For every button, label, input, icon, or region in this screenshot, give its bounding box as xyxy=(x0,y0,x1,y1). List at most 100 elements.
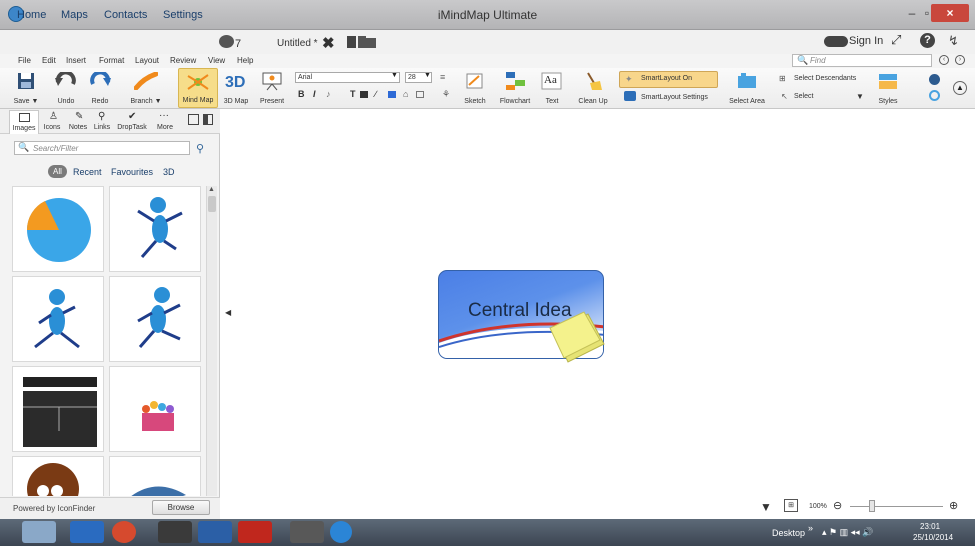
menu-file[interactable]: File xyxy=(18,56,31,65)
chevron-down-icon[interactable]: ▼ xyxy=(424,72,431,79)
menu-format[interactable]: Format xyxy=(99,56,124,65)
text-color-swatch[interactable] xyxy=(360,91,368,98)
chevron-down-icon[interactable]: ▼ xyxy=(856,92,864,101)
zoom-slider-track[interactable] xyxy=(850,506,943,507)
apps-icon[interactable] xyxy=(158,521,192,543)
present-button[interactable]: Present xyxy=(256,68,288,108)
menu-review[interactable]: Review xyxy=(170,56,196,65)
tab-icons[interactable]: ♙ Icons xyxy=(41,110,63,134)
image-thumb-figure-run[interactable] xyxy=(12,276,104,362)
browse-button[interactable]: Browse xyxy=(152,500,210,515)
tab-links[interactable]: ⚲ Links xyxy=(92,110,112,134)
zoom-in-icon[interactable]: ⊕ xyxy=(949,499,958,512)
tab-images[interactable]: Images xyxy=(9,110,39,134)
chevron-down-icon[interactable]: ▼ xyxy=(391,72,398,79)
image-thumb-lion[interactable] xyxy=(12,456,104,496)
bold-button[interactable]: B xyxy=(298,89,305,99)
sketch-button[interactable]: Sketch xyxy=(460,68,490,108)
notification-icon[interactable] xyxy=(219,35,234,48)
magic-wand-icon[interactable]: ↯ xyxy=(948,33,959,49)
nav-forward-icon[interactable]: › xyxy=(955,55,965,65)
styles-button[interactable]: Styles xyxy=(872,68,904,108)
clock-time[interactable]: 23:01 xyxy=(920,522,940,531)
help-icon[interactable]: ? xyxy=(920,33,935,48)
style-icon[interactable]: ⌂ xyxy=(403,89,408,99)
paint-icon[interactable]: ♪ xyxy=(326,89,331,99)
app-icon[interactable] xyxy=(290,521,324,543)
document-tab[interactable]: Untitled * xyxy=(277,38,318,49)
sticky-note-icon[interactable] xyxy=(548,310,605,363)
acrobat-icon[interactable] xyxy=(238,521,272,543)
clean-up-button[interactable]: Clean Up xyxy=(574,68,612,108)
chrome-icon[interactable] xyxy=(112,521,136,543)
minimize-button[interactable]: – xyxy=(902,4,922,22)
tab-maps[interactable]: Maps xyxy=(61,9,88,21)
image-thumb-figure-walk[interactable] xyxy=(109,276,201,362)
clock-date[interactable]: 25/10/2014 xyxy=(913,533,953,542)
image-thumb-shark[interactable] xyxy=(109,456,201,496)
info-icon[interactable] xyxy=(929,74,940,85)
menu-layout[interactable]: Layout xyxy=(135,56,159,65)
scrollbar-thumb[interactable] xyxy=(208,196,216,212)
zoom-slider-thumb[interactable] xyxy=(869,500,875,512)
fullscreen-icon[interactable]: ⤢ xyxy=(891,32,907,48)
desktop-toolbar[interactable]: Desktop xyxy=(772,528,805,538)
border-swatch[interactable] xyxy=(416,91,424,98)
filter-3d[interactable]: 3D xyxy=(163,167,175,177)
3d-map-button[interactable]: 3D 3D Map xyxy=(222,68,250,108)
toolbar-chevron-icon[interactable]: » xyxy=(808,523,813,533)
text-button[interactable]: Aa Text xyxy=(539,68,565,108)
menu-edit[interactable]: Edit xyxy=(42,56,56,65)
filter-funnel-icon[interactable]: ▼ xyxy=(760,500,772,514)
settings-gear-icon[interactable] xyxy=(624,91,636,101)
gallery-view-icon[interactable] xyxy=(188,114,199,125)
tab-settings[interactable]: Settings xyxy=(163,9,203,21)
line-style-icon[interactable]: ∕ xyxy=(375,89,377,99)
fit-to-screen-icon[interactable]: ⊞ xyxy=(784,499,798,512)
image-thumb-figure-jump[interactable] xyxy=(109,186,201,272)
zoom-out-icon[interactable]: ⊖ xyxy=(833,499,842,512)
filter-recent[interactable]: Recent xyxy=(73,167,102,177)
menu-view[interactable]: View xyxy=(208,56,225,65)
search-go-icon[interactable]: ⚲ xyxy=(196,142,204,155)
open-folder-icon[interactable] xyxy=(346,34,382,50)
save-button[interactable]: Save ▼ xyxy=(8,68,44,108)
branch-button[interactable]: Branch ▼ xyxy=(125,68,167,108)
collapse-panel-icon[interactable]: ◀ xyxy=(225,308,231,317)
select-descendants-button[interactable]: Select Descendants xyxy=(794,75,856,82)
word-icon[interactable] xyxy=(198,521,232,543)
imindmap-taskbar-icon[interactable] xyxy=(330,521,352,543)
select-dropdown[interactable]: Select xyxy=(794,93,813,100)
menu-help[interactable]: Help xyxy=(237,56,253,65)
app-icon[interactable] xyxy=(70,521,104,543)
image-thumb-clapperboard[interactable] xyxy=(12,366,104,452)
collapse-ribbon-icon[interactable]: ▲ xyxy=(953,81,967,95)
flowchart-button[interactable]: Flowchart xyxy=(495,68,535,108)
menu-insert[interactable]: Insert xyxy=(66,56,86,65)
fill-color-swatch[interactable] xyxy=(388,91,396,98)
undo-button[interactable]: Undo xyxy=(52,68,80,108)
image-thumb-pie[interactable] xyxy=(12,186,104,272)
image-thumb-people[interactable] xyxy=(109,366,201,452)
split-view-icon[interactable] xyxy=(203,114,213,125)
format-painter-icon[interactable]: ⚘ xyxy=(442,89,450,100)
filter-favourites[interactable]: Favourites xyxy=(111,167,153,177)
smartlayout-settings-button[interactable]: SmartLayout Settings xyxy=(641,94,708,101)
redo-button[interactable]: Redo xyxy=(86,68,114,108)
file-explorer-icon[interactable] xyxy=(22,521,56,543)
tab-home[interactable]: Home xyxy=(17,9,46,21)
ring-icon[interactable] xyxy=(929,90,940,101)
mind-map-view-button[interactable]: Mind Map xyxy=(178,68,218,108)
filter-all[interactable]: All xyxy=(48,165,67,178)
scroll-up-icon[interactable]: ▲ xyxy=(208,186,215,193)
italic-button[interactable]: I xyxy=(313,89,316,99)
tab-droptask[interactable]: ✔ DropTask xyxy=(114,110,150,134)
panel-scrollbar[interactable] xyxy=(206,186,217,496)
nav-back-icon[interactable]: ‹ xyxy=(939,55,949,65)
tab-contacts[interactable]: Contacts xyxy=(104,9,147,21)
system-tray-icons[interactable]: ▴ ⚑ ▥ ◂◂ 🔊 xyxy=(822,527,873,538)
sign-in-link[interactable]: Sign In xyxy=(849,35,883,47)
tab-notes[interactable]: ✎ Notes xyxy=(66,110,90,134)
cloud-icon[interactable] xyxy=(824,36,848,47)
close-document-icon[interactable]: ✖ xyxy=(322,34,335,52)
